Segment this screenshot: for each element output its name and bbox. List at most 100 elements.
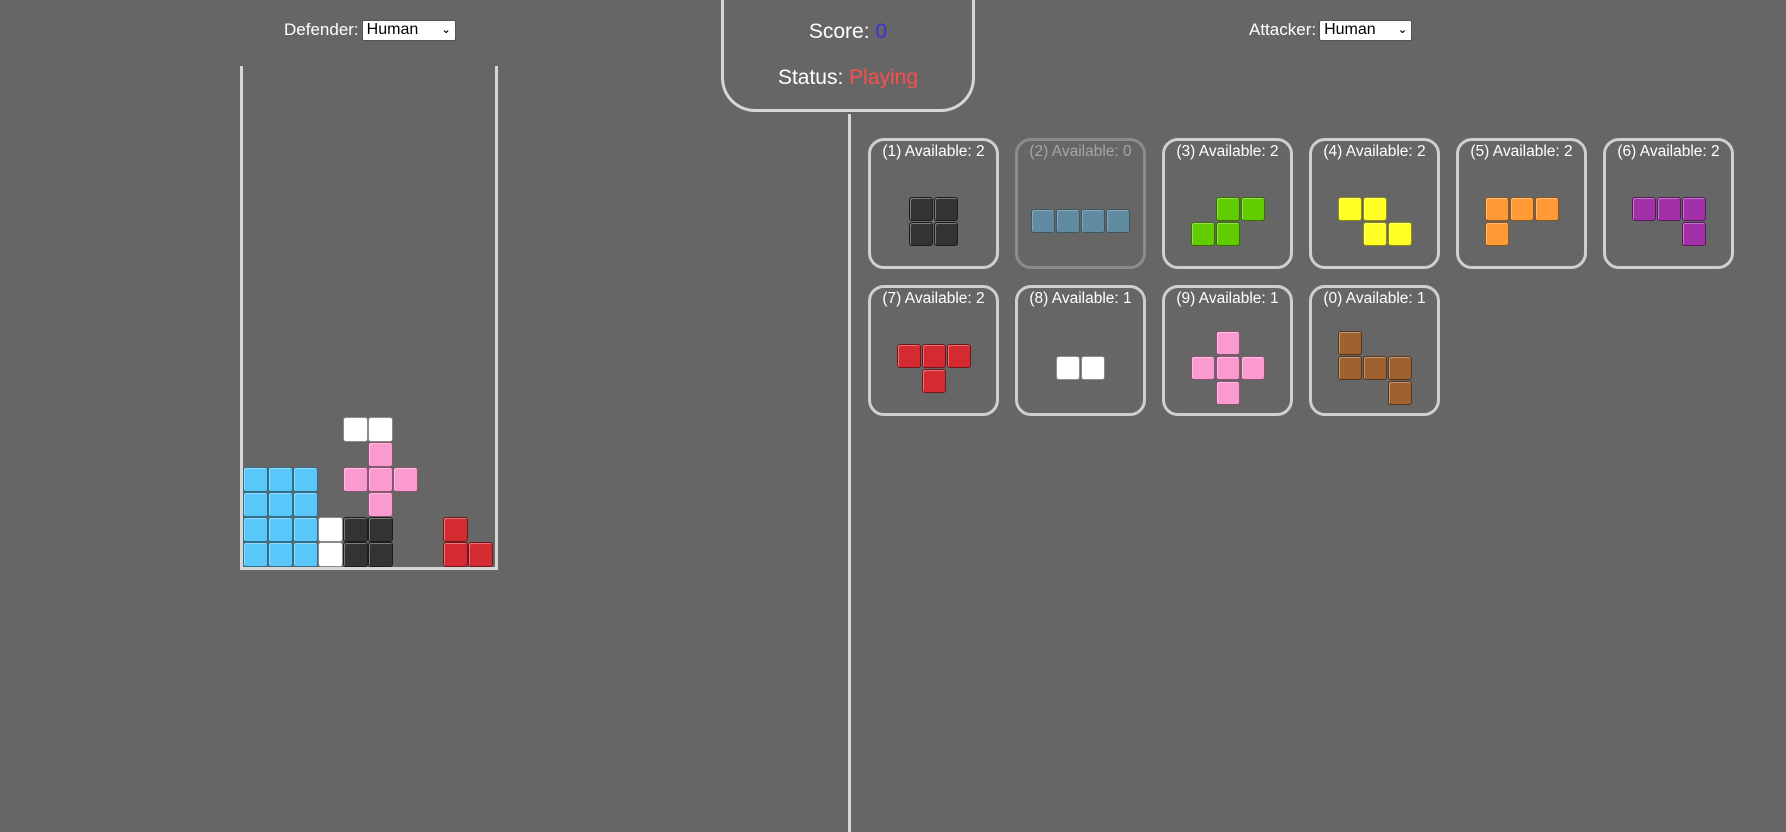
piece-card[interactable]: (3) Available: 2 bbox=[1162, 138, 1293, 269]
piece-preview bbox=[1165, 288, 1290, 413]
board-floor bbox=[240, 567, 498, 570]
piece-block bbox=[1484, 196, 1509, 221]
piece-preview bbox=[1606, 141, 1731, 266]
piece-block bbox=[1240, 196, 1265, 221]
piece-card[interactable]: (5) Available: 2 bbox=[1456, 138, 1587, 269]
piece-block bbox=[1215, 196, 1240, 221]
piece-block bbox=[1215, 356, 1240, 380]
piece-block bbox=[1215, 331, 1240, 355]
status-value: Playing bbox=[849, 66, 919, 89]
piece-block bbox=[1337, 331, 1362, 355]
piece-block bbox=[1215, 381, 1240, 405]
piece-block bbox=[1387, 356, 1412, 380]
piece-block bbox=[1387, 221, 1412, 246]
chevron-down-icon: ⌄ bbox=[441, 24, 451, 36]
score-label: Score: bbox=[808, 20, 870, 43]
board-cell bbox=[343, 517, 368, 542]
board-cell bbox=[268, 542, 293, 567]
status-line: Status: Playing bbox=[724, 66, 972, 90]
board-cell bbox=[368, 517, 393, 542]
center-divider bbox=[848, 114, 851, 832]
piece-block bbox=[1681, 196, 1706, 221]
board-cell bbox=[368, 492, 393, 517]
piece-preview bbox=[871, 288, 996, 413]
piece-block bbox=[1190, 221, 1215, 246]
piece-block bbox=[934, 196, 958, 221]
piece-block bbox=[896, 343, 921, 368]
score-value: 0 bbox=[875, 20, 888, 43]
board-cell bbox=[393, 467, 418, 492]
board-cell bbox=[293, 467, 318, 492]
piece-block bbox=[921, 343, 946, 368]
board-cell bbox=[343, 467, 368, 492]
attacker-selected-value: Human bbox=[1324, 21, 1376, 38]
piece-block bbox=[1337, 356, 1362, 380]
defender-dropdown[interactable]: Human ⌄ bbox=[361, 19, 456, 41]
scoreboard: Score: 0 Status: Playing bbox=[721, 0, 975, 112]
game-board[interactable] bbox=[240, 66, 498, 570]
board-cell bbox=[293, 517, 318, 542]
piece-preview bbox=[1165, 141, 1290, 266]
piece-block bbox=[1387, 381, 1412, 405]
piece-block bbox=[1081, 356, 1105, 380]
board-cell bbox=[243, 517, 268, 542]
piece-block bbox=[1484, 221, 1509, 246]
piece-card[interactable]: (0) Available: 1 bbox=[1309, 285, 1440, 416]
defender-select-group: Defender: Human ⌄ bbox=[284, 19, 456, 41]
piece-block bbox=[1056, 209, 1080, 233]
board-cell bbox=[268, 492, 293, 517]
attacker-dropdown[interactable]: Human ⌄ bbox=[1319, 19, 1413, 41]
piece-block bbox=[1681, 221, 1706, 246]
piece-block bbox=[921, 368, 946, 393]
defender-selected-value: Human bbox=[366, 21, 419, 38]
board-cell bbox=[368, 542, 393, 567]
piece-block bbox=[934, 221, 958, 246]
board-cell bbox=[468, 542, 493, 567]
piece-block bbox=[946, 343, 971, 368]
board-cell bbox=[318, 517, 343, 542]
board-cell bbox=[243, 492, 268, 517]
piece-preview bbox=[871, 141, 996, 266]
score-line: Score: 0 bbox=[724, 20, 972, 44]
piece-card[interactable]: (4) Available: 2 bbox=[1309, 138, 1440, 269]
defender-label: Defender: bbox=[284, 20, 359, 39]
piece-block bbox=[1337, 196, 1362, 221]
piece-block bbox=[1362, 221, 1387, 246]
piece-block bbox=[909, 196, 933, 221]
piece-preview bbox=[1018, 288, 1143, 413]
piece-block bbox=[1190, 356, 1215, 380]
piece-block bbox=[1106, 209, 1130, 233]
piece-block bbox=[1031, 209, 1055, 233]
piece-card[interactable]: (1) Available: 2 bbox=[868, 138, 999, 269]
board-cell bbox=[268, 467, 293, 492]
piece-preview bbox=[1312, 141, 1437, 266]
board-cell bbox=[268, 517, 293, 542]
piece-card[interactable]: (6) Available: 2 bbox=[1603, 138, 1734, 269]
board-cell bbox=[293, 542, 318, 567]
piece-preview bbox=[1312, 288, 1437, 413]
board-cell bbox=[243, 467, 268, 492]
piece-card[interactable]: (8) Available: 1 bbox=[1015, 285, 1146, 416]
board-cell bbox=[343, 417, 368, 442]
board-cell bbox=[368, 417, 393, 442]
piece-card[interactable]: (9) Available: 1 bbox=[1162, 285, 1293, 416]
status-label: Status: bbox=[777, 66, 844, 89]
piece-preview bbox=[1459, 141, 1584, 266]
piece-card[interactable]: (7) Available: 2 bbox=[868, 285, 999, 416]
piece-block bbox=[1509, 196, 1534, 221]
piece-block bbox=[1534, 196, 1559, 221]
piece-block bbox=[1656, 196, 1681, 221]
piece-block bbox=[909, 221, 933, 246]
chevron-down-icon: ⌄ bbox=[1397, 24, 1408, 36]
board-cell bbox=[293, 492, 318, 517]
board-cell bbox=[443, 542, 468, 567]
piece-block bbox=[1362, 196, 1387, 221]
board-right-wall bbox=[495, 66, 498, 570]
piece-card[interactable]: (2) Available: 0 bbox=[1015, 138, 1146, 269]
board-cell bbox=[368, 442, 393, 467]
board-cell bbox=[318, 542, 343, 567]
attacker-label: Attacker: bbox=[1249, 20, 1317, 39]
board-cell bbox=[243, 542, 268, 567]
piece-block bbox=[1631, 196, 1656, 221]
piece-preview bbox=[1018, 141, 1143, 266]
